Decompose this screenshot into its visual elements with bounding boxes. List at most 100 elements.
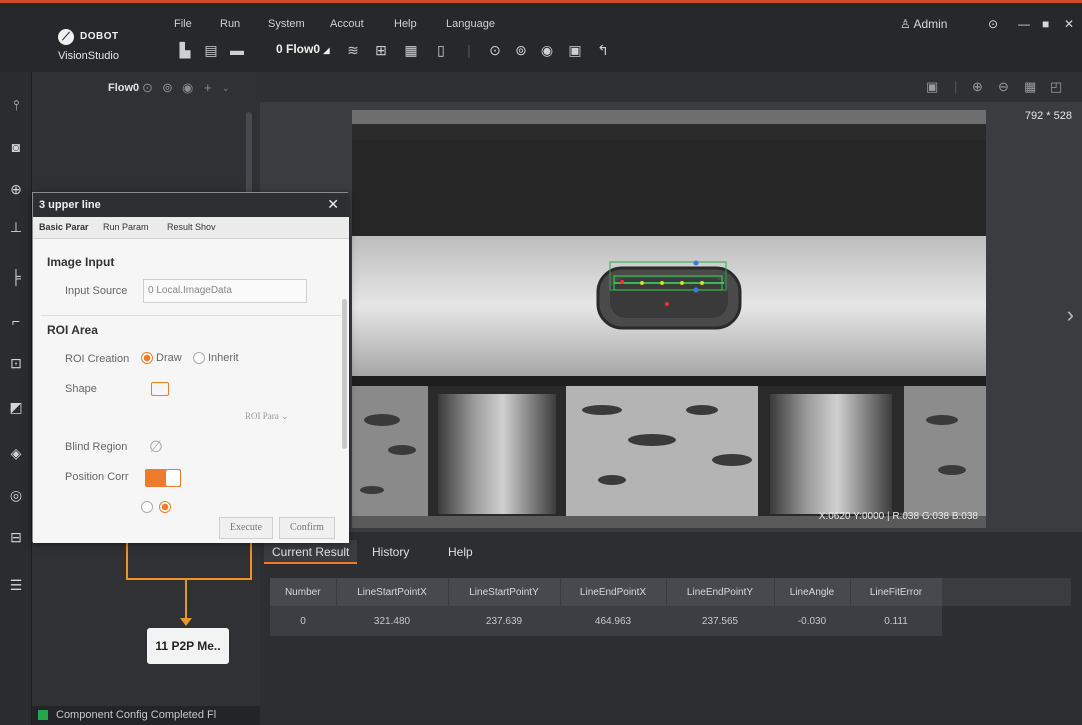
table-cell: 237.565	[666, 606, 774, 636]
roi-option-inherit[interactable]: Inherit	[193, 352, 239, 365]
table-cell: 237.639	[448, 606, 560, 636]
flow-connector	[185, 580, 187, 622]
section-image-input: Image Input	[47, 255, 115, 269]
camera-image[interactable]: X:0620 Y:0000 | R:038 G:038 B:038	[352, 110, 986, 528]
status-ok-icon	[38, 710, 48, 721]
flow-connector	[126, 578, 252, 580]
menu-help[interactable]: Help	[394, 18, 417, 30]
menu-system[interactable]: System	[268, 18, 305, 30]
execute-button[interactable]: Execute	[219, 517, 273, 539]
fullscreen-icon[interactable]: ◰	[1050, 79, 1062, 95]
save-icon[interactable]: ▤	[202, 41, 220, 59]
run-once-icon[interactable]: ⊙	[486, 41, 504, 59]
menu-language[interactable]: Language	[446, 18, 495, 30]
app-name: VisionStudio	[58, 50, 119, 62]
column-header[interactable]: LineStartPointX	[336, 578, 449, 606]
parameter-tool-icon[interactable]: ⫯	[7, 96, 25, 114]
next-image-icon[interactable]: ›	[1067, 302, 1074, 328]
blind-region-empty-icon[interactable]: ∅	[149, 437, 163, 457]
new-solution-icon[interactable]: ▙	[176, 41, 194, 59]
dialog-title[interactable]: 3 upper line	[33, 193, 349, 217]
tab-basic-param[interactable]: Basic Parar	[39, 222, 89, 232]
communication-icon[interactable]: ◎	[7, 486, 25, 504]
close-icon[interactable]: ✕	[327, 196, 339, 213]
variable-icon[interactable]: ▦	[402, 41, 420, 59]
open-folder-icon[interactable]: ▬	[228, 41, 246, 59]
export-icon[interactable]: ▣	[566, 41, 584, 59]
roi-option-draw[interactable]: Draw	[141, 352, 182, 365]
camera-icon[interactable]: ◙	[7, 138, 25, 156]
recognize-icon[interactable]: ⌐	[7, 312, 25, 330]
user-icon: ♙	[900, 17, 911, 31]
flow-stop-icon[interactable]: ◉	[182, 80, 193, 96]
zoom-out-icon[interactable]: ⊖	[998, 79, 1009, 95]
tab-current-result[interactable]: Current Result	[264, 540, 358, 564]
menu-file[interactable]: File	[174, 18, 192, 30]
flow-arrow-icon	[180, 618, 192, 626]
image-process-icon[interactable]: ⊡	[7, 354, 25, 372]
logic-icon[interactable]: ◈	[7, 444, 25, 462]
table-header-row: Number LineStartPointX LineStartPointY L…	[270, 578, 1071, 606]
calibrate-icon[interactable]: ╞	[7, 268, 25, 286]
flow-run-loop-icon[interactable]: ⊚	[162, 80, 173, 96]
column-header[interactable]: LineEndPointY	[666, 578, 775, 606]
run-loop-icon[interactable]: ⊚	[512, 41, 530, 59]
column-header[interactable]: LineFitError	[850, 578, 943, 606]
roi-param-toggle[interactable]: ROI Para ⌄	[245, 411, 289, 422]
blind-region-label: Blind Region	[65, 441, 128, 453]
measure-icon[interactable]: ⊥	[7, 218, 25, 236]
flow-dropdown-icon[interactable]: ⌄	[222, 83, 230, 94]
viewer-divider: |	[954, 79, 958, 94]
stop-icon[interactable]: ◉	[538, 41, 556, 59]
user-account[interactable]: ♙ Admin	[900, 17, 947, 31]
column-header[interactable]: LineAngle	[774, 578, 851, 606]
flow-select[interactable]: 0 Flow0 ◢	[276, 42, 330, 56]
add-flow-icon[interactable]: +	[204, 80, 212, 95]
fit-image-icon[interactable]: ▣	[926, 79, 938, 95]
confirm-button[interactable]: Confirm	[279, 517, 335, 539]
tab-help[interactable]: Help	[440, 540, 481, 564]
tab-run-param[interactable]: Run Param	[103, 222, 149, 232]
radio-icon	[141, 501, 153, 513]
list-icon[interactable]: ☰	[7, 576, 25, 594]
dialog-scrollbar[interactable]	[342, 299, 347, 449]
logo-text: DOBOT	[80, 31, 119, 42]
flow-run-once-icon[interactable]: ⊙	[142, 80, 153, 96]
menu-run[interactable]: Run	[220, 18, 240, 30]
section-divider	[41, 315, 341, 316]
dialog-body: Image Input Input Source 0 Local.ImageDa…	[33, 239, 349, 513]
flow-node-p2p[interactable]: 11 P2P Me..	[147, 628, 229, 664]
tab-result-show[interactable]: Result Shov	[167, 222, 216, 232]
input-source-field[interactable]: 0 Local.ImageData	[143, 279, 307, 303]
grid-icon[interactable]: ▦	[1024, 79, 1036, 95]
correction-option-radio[interactable]	[141, 501, 174, 513]
layers-icon[interactable]: ≋	[344, 41, 362, 59]
robot-arm-icon[interactable]: ↰	[594, 41, 612, 59]
column-header[interactable]: LineStartPointY	[448, 578, 561, 606]
column-header[interactable]: Number	[270, 578, 337, 606]
close-window-icon[interactable]: ✕	[1064, 17, 1074, 31]
status-bar: Component Config Completed Fl	[32, 706, 260, 725]
rectangle-shape-icon[interactable]	[151, 382, 169, 396]
column-header[interactable]: LineEndPointX	[560, 578, 667, 606]
menu-accout[interactable]: Accout	[330, 18, 364, 30]
maximize-icon[interactable]: ■	[1042, 17, 1049, 31]
minimize-icon[interactable]: —	[1018, 17, 1030, 31]
color-icon[interactable]: ◩	[7, 398, 25, 416]
script-icon[interactable]: ⊟	[7, 528, 25, 546]
table-row[interactable]: 0 321.480 237.639 464.963 237.565 -0.030…	[270, 606, 1070, 636]
image-viewer[interactable]: ▣ | ⊕ ⊖ ▦ ◰ 792 * 528 X:0620 Y:0000 | R:…	[260, 72, 1082, 532]
tab-history[interactable]: History	[364, 540, 417, 564]
position-corr-toggle[interactable]	[145, 469, 181, 487]
network-icon[interactable]: ⊞	[372, 41, 390, 59]
locate-icon[interactable]: ⊕	[7, 180, 25, 198]
device-icon[interactable]: ▯	[432, 41, 450, 59]
zoom-in-icon[interactable]: ⊕	[972, 79, 983, 95]
toggle-knob	[166, 470, 180, 486]
results-panel: Current Result History Help Number LineS…	[260, 532, 1082, 725]
radio-draw-icon	[141, 352, 153, 365]
pixel-info: X:0620 Y:0000 | R:038 G:038 B:038	[818, 511, 978, 522]
radio-inherit-icon	[193, 352, 205, 365]
section-roi-area: ROI Area	[47, 323, 98, 337]
about-icon[interactable]: ⊙	[988, 17, 998, 31]
